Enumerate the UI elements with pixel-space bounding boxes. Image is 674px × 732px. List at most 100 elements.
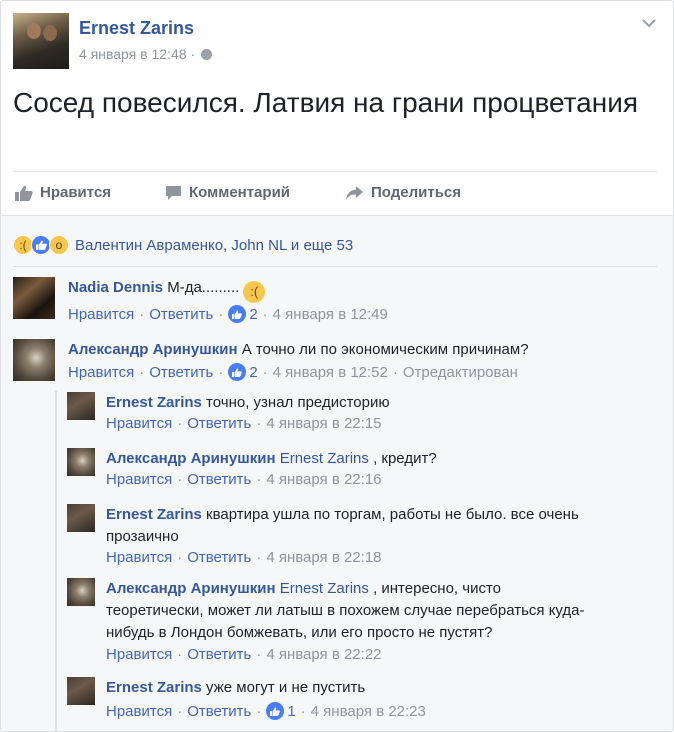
dot-separator: · bbox=[300, 702, 306, 720]
author-avatar[interactable] bbox=[13, 13, 69, 69]
comment-date[interactable]: 4 января в 12:49 bbox=[273, 306, 388, 323]
comment-author[interactable]: Nadia Dennis bbox=[68, 279, 163, 296]
reply-actions: Нравится · Ответить · 4 января в 22:22 bbox=[106, 646, 382, 663]
comment-like-link[interactable]: Нравится bbox=[68, 306, 134, 323]
like-button[interactable]: Нравится bbox=[15, 184, 111, 201]
share-button[interactable]: Поделиться bbox=[345, 184, 461, 201]
chevron-down-icon[interactable] bbox=[641, 15, 657, 31]
comment-body: Nadia Dennis М-да.........:( bbox=[68, 277, 266, 303]
comment-reply-link[interactable]: Ответить bbox=[149, 364, 213, 381]
reply-reply-link[interactable]: Ответить bbox=[187, 471, 251, 488]
reactions-summary[interactable]: :( o Валентин Авраменко, John NL и еще 5… bbox=[13, 230, 657, 260]
like-badge-icon[interactable] bbox=[228, 363, 247, 381]
like-count[interactable]: 2 bbox=[249, 306, 257, 323]
like-badge-icon[interactable] bbox=[228, 305, 247, 323]
comment-button[interactable]: Комментарий bbox=[165, 184, 290, 201]
reply-reply-link[interactable]: Ответить bbox=[187, 415, 251, 432]
dot-separator: · bbox=[256, 646, 262, 663]
reply-body: Ernest Zarins уже могут и не пустить bbox=[106, 677, 365, 699]
reply-like-link[interactable]: Нравится bbox=[106, 471, 172, 488]
reply-like-link[interactable]: Нравится bbox=[106, 703, 172, 720]
dot-separator: · bbox=[256, 415, 262, 432]
comment-like-link[interactable]: Нравится bbox=[68, 364, 134, 381]
comment: Александр Аринушкин А точно ли по эконом… bbox=[13, 339, 663, 389]
post-text: Сосед повесился. Латвия на грани процвет… bbox=[13, 87, 638, 118]
comment-reply-link[interactable]: Ответить bbox=[149, 306, 213, 323]
avatar[interactable] bbox=[13, 277, 55, 319]
dot-separator: · bbox=[256, 549, 262, 566]
dot-separator: · bbox=[177, 549, 183, 566]
comment-author[interactable]: Александр Аринушкин bbox=[68, 341, 238, 358]
comment-text: М-да......... bbox=[167, 279, 240, 296]
globe-icon[interactable] bbox=[201, 49, 213, 60]
dot-separator: · bbox=[392, 363, 398, 381]
reply: Ernest Zarins точно, узнал предисторию Н… bbox=[67, 392, 663, 436]
reply-actions: Нравится · Ответить · 4 января в 22:16 bbox=[106, 471, 382, 488]
dot-separator: · bbox=[177, 646, 183, 663]
reply: Ernest Zarins уже могут и не пустить Нра… bbox=[67, 677, 663, 725]
post-date[interactable]: 4 января в 12:48 bbox=[79, 46, 187, 62]
post-author[interactable]: Ernest Zarins bbox=[79, 18, 194, 39]
post-card: Ernest Zarins 4 января в 12:48 · Сосед по… bbox=[0, 0, 674, 732]
comment-body: Александр Аринушкин А точно ли по эконом… bbox=[68, 339, 529, 361]
avatar[interactable] bbox=[67, 504, 95, 532]
sad-emoji-icon: :( bbox=[243, 281, 266, 303]
comment-actions: Нравится · Ответить · 2 · 4 января в 12:… bbox=[68, 363, 518, 381]
post-meta: 4 января в 12:48 · bbox=[79, 46, 213, 62]
comment: Nadia Dennis М-да.........:( Нравится · … bbox=[13, 277, 663, 327]
reply-reply-link[interactable]: Ответить bbox=[187, 703, 251, 720]
reply-mention[interactable]: Ernest Zarins bbox=[280, 580, 369, 597]
wow-icon: o bbox=[49, 235, 69, 255]
reactions-text[interactable]: Валентин Авраменко, John NL и еще 53 bbox=[75, 237, 353, 254]
reply-author[interactable]: Ernest Zarins bbox=[106, 506, 202, 523]
dot-separator: · bbox=[256, 471, 262, 488]
like-badge-icon[interactable] bbox=[266, 702, 285, 720]
reply-author[interactable]: Александр Аринушкин bbox=[106, 450, 276, 467]
comment-date[interactable]: 4 января в 12:52 bbox=[273, 364, 388, 381]
reply-actions: Нравится · Ответить · 4 января в 22:15 bbox=[106, 415, 382, 432]
dot-separator: · bbox=[262, 305, 268, 323]
reply-like-link[interactable]: Нравится bbox=[106, 415, 172, 432]
reply-reply-link[interactable]: Ответить bbox=[187, 646, 251, 663]
comment-text: А точно ли по экономическим причинам? bbox=[241, 341, 529, 358]
reply-mention[interactable]: Ernest Zarins bbox=[280, 450, 369, 467]
dot-separator: · bbox=[177, 471, 183, 488]
reply-date[interactable]: 4 января в 22:23 bbox=[311, 703, 426, 720]
dot-separator: · bbox=[177, 702, 183, 720]
reply-text: точно, узнал предисторию bbox=[206, 394, 390, 411]
reaction-icons: :( o bbox=[13, 235, 69, 255]
thumbs-up-icon bbox=[15, 185, 33, 201]
divider bbox=[13, 266, 657, 267]
dot-separator: · bbox=[139, 363, 145, 381]
reply-like-link[interactable]: Нравится bbox=[106, 646, 172, 663]
reply-author[interactable]: Ernest Zarins bbox=[106, 394, 202, 411]
reply-thread-line bbox=[55, 391, 57, 731]
reply-date[interactable]: 4 января в 22:16 bbox=[266, 471, 381, 488]
action-bar: Нравится Комментарий Поделиться bbox=[13, 171, 657, 215]
like-count[interactable]: 2 bbox=[249, 364, 257, 381]
reply-reply-link[interactable]: Ответить bbox=[187, 549, 251, 566]
comments-section: :( o Валентин Авраменко, John NL и еще 5… bbox=[1, 215, 673, 731]
edited-label[interactable]: Отредактирован bbox=[403, 364, 518, 381]
reply: Александр Аринушкин Ernest Zarins , инте… bbox=[67, 578, 663, 670]
dot-separator: · bbox=[218, 305, 224, 323]
like-count[interactable]: 1 bbox=[287, 703, 295, 720]
reply: Александр Аринушкин Ernest Zarins , кред… bbox=[67, 448, 663, 492]
avatar[interactable] bbox=[67, 392, 95, 420]
avatar[interactable] bbox=[67, 448, 95, 476]
comment-icon bbox=[165, 185, 182, 201]
sad-icon: :( bbox=[13, 235, 33, 255]
reply-author[interactable]: Ernest Zarins bbox=[106, 679, 202, 696]
reply-author[interactable]: Александр Аринушкин bbox=[106, 580, 276, 597]
reply-actions: Нравится · Ответить · 1 · 4 января в 22:… bbox=[106, 702, 426, 720]
reply-date[interactable]: 4 января в 22:22 bbox=[266, 646, 381, 663]
avatar[interactable] bbox=[67, 578, 95, 606]
like-label: Нравится bbox=[40, 184, 112, 201]
dot-separator: · bbox=[256, 702, 262, 720]
avatar[interactable] bbox=[67, 677, 95, 705]
avatar[interactable] bbox=[13, 339, 55, 381]
reply-actions: Нравится · Ответить · 4 января в 22:18 bbox=[106, 549, 382, 566]
reply-date[interactable]: 4 января в 22:18 bbox=[266, 549, 381, 566]
reply-like-link[interactable]: Нравится bbox=[106, 549, 172, 566]
reply-date[interactable]: 4 января в 22:15 bbox=[266, 415, 381, 432]
